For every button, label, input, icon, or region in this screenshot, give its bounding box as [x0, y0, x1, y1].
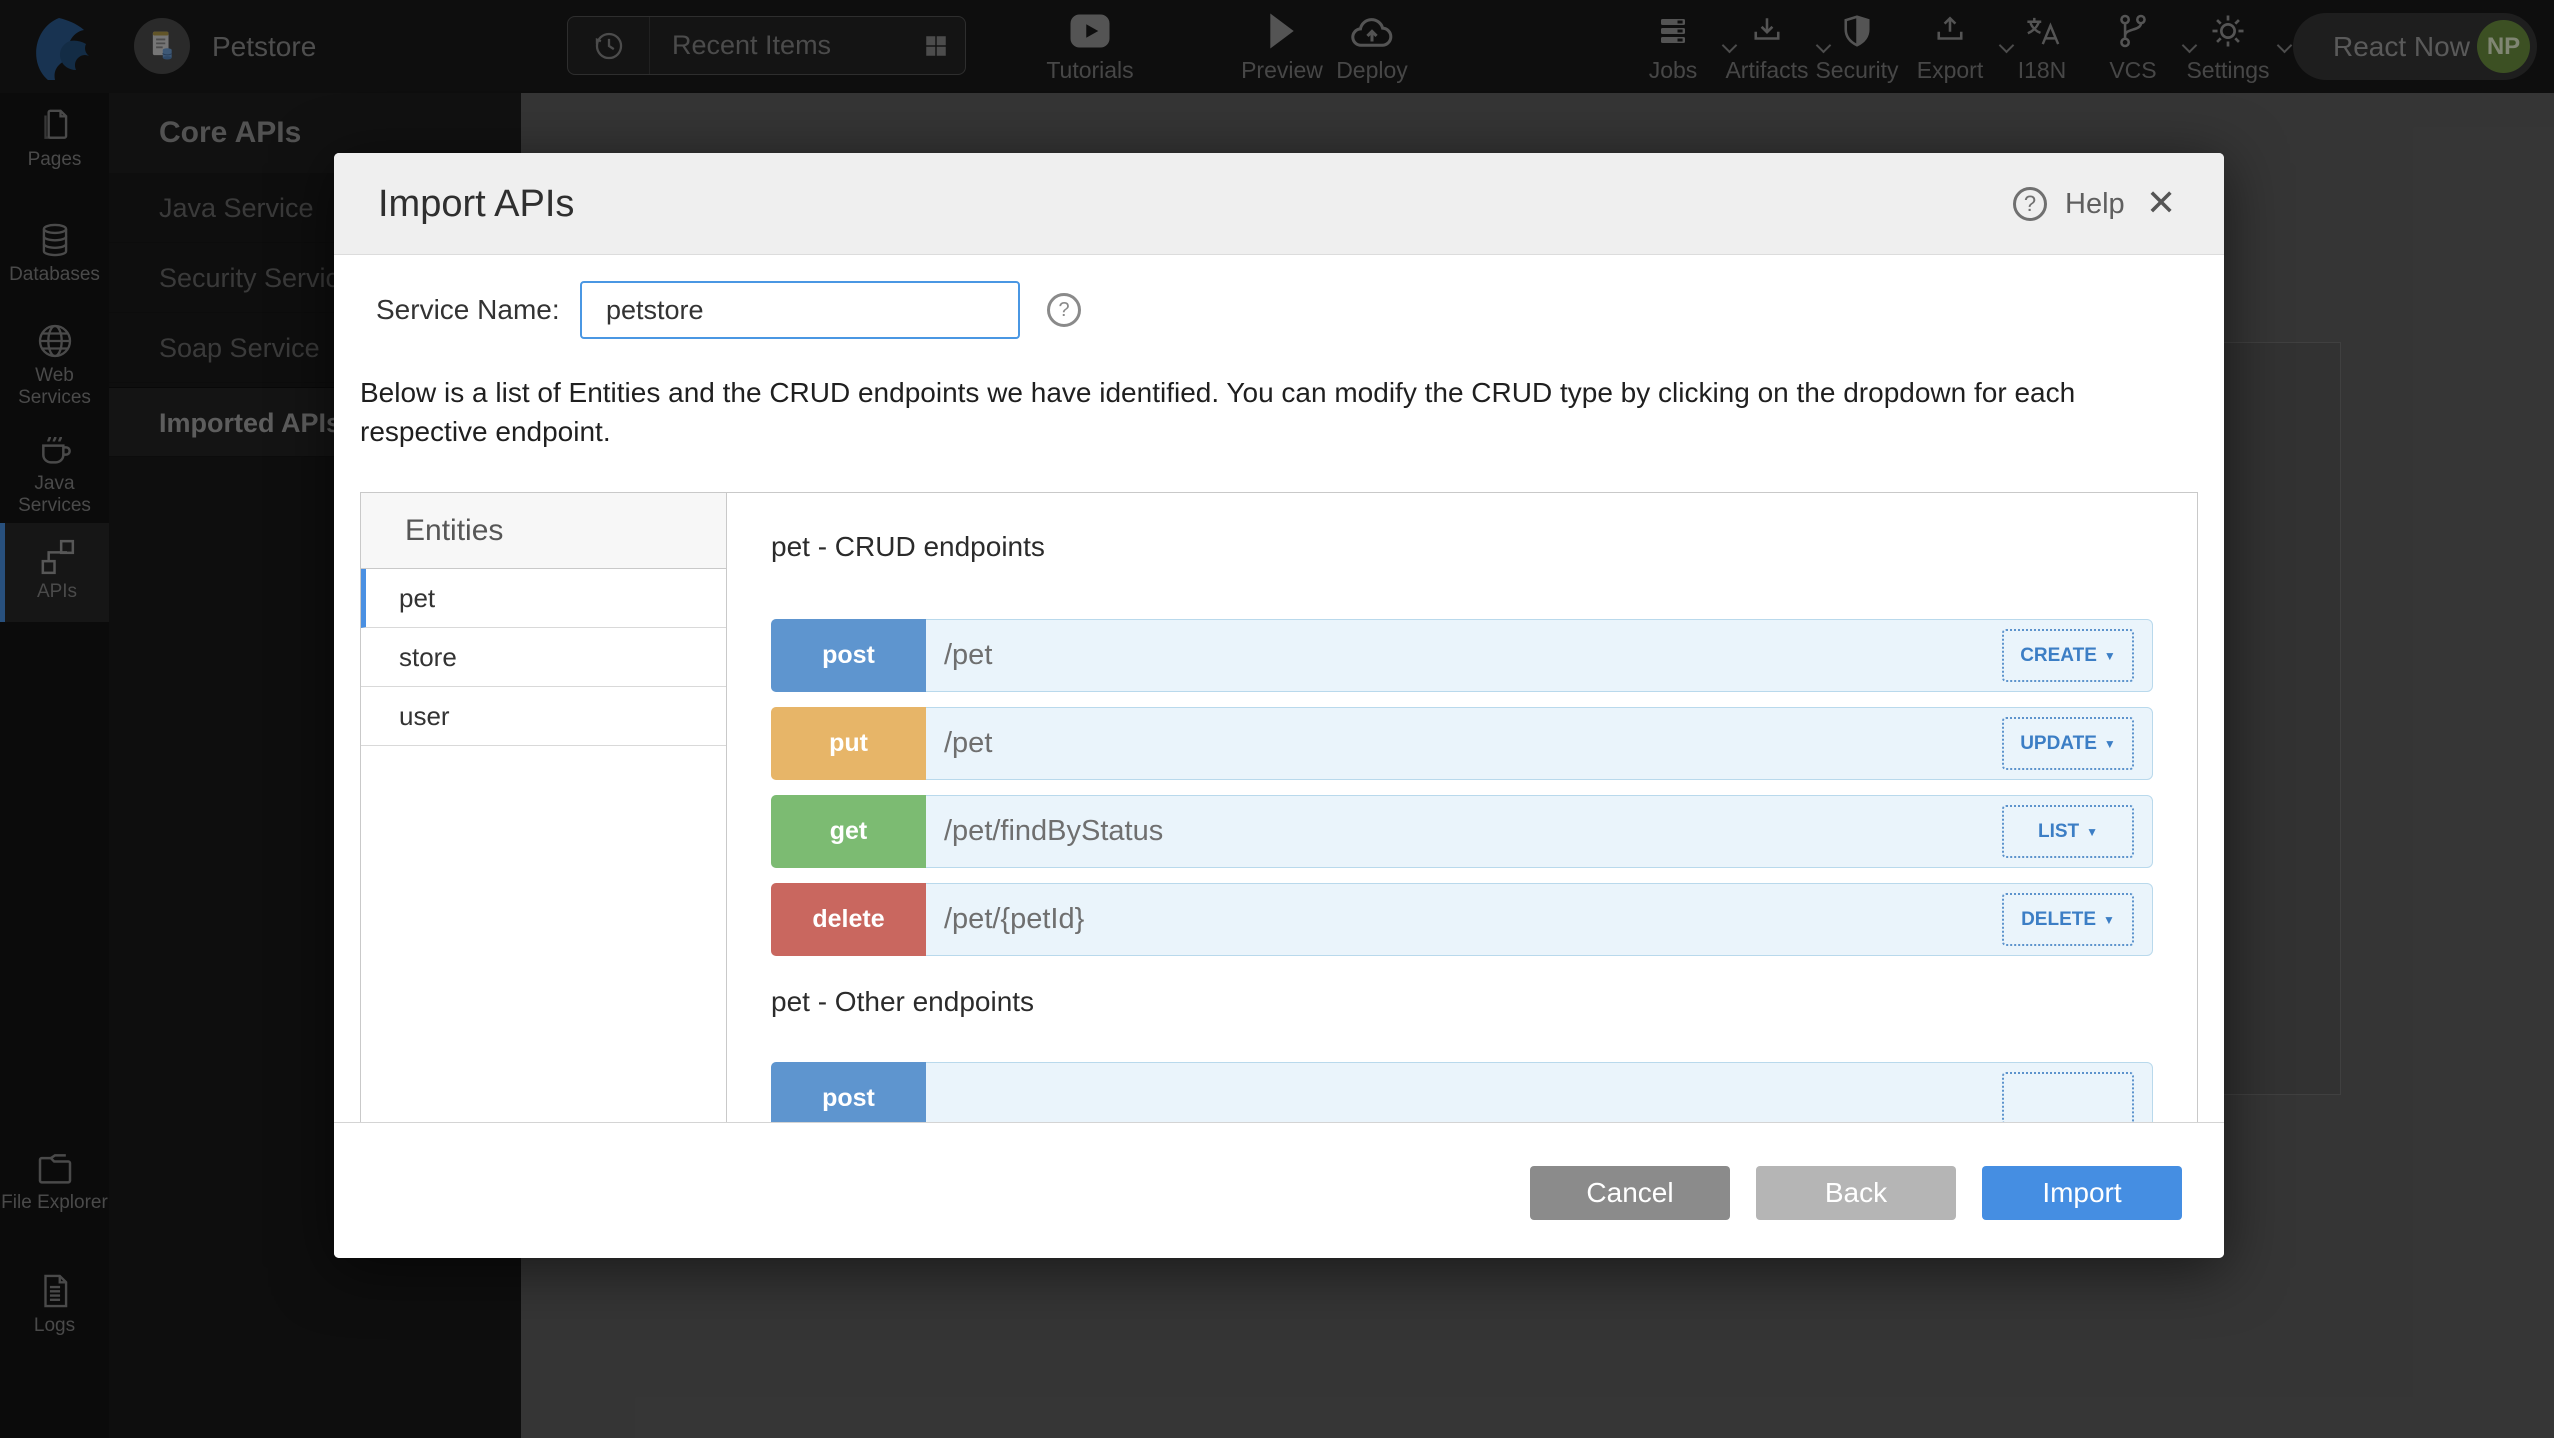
crud-type-dropdown[interactable]: CREATE▼: [2002, 629, 2134, 682]
endpoint-row: put /pet UPDATE▼: [771, 707, 2153, 780]
entity-item-user[interactable]: user: [361, 687, 726, 746]
endpoint-path: /pet/findByStatus: [944, 796, 1163, 869]
endpoint-path: /pet/{petId}: [944, 884, 1084, 957]
crud-type-dropdown[interactable]: [2002, 1072, 2134, 1122]
method-badge: post: [771, 1062, 926, 1122]
close-icon[interactable]: ✕: [2146, 153, 2176, 255]
crud-type-dropdown[interactable]: UPDATE▼: [2002, 717, 2134, 770]
caret-down-icon: ▼: [2104, 737, 2116, 751]
endpoints-column: pet - CRUD endpoints post /pet CREATE▼ p…: [727, 493, 2197, 1122]
service-name-label: Service Name:: [376, 294, 560, 326]
modal-footer: Cancel Back Import: [334, 1122, 2224, 1258]
modal-header: Import APIs ? Help ✕: [334, 153, 2224, 255]
method-badge: post: [771, 619, 926, 692]
entities-endpoints-panel: Entities pet store user pet - CRUD endpo…: [360, 492, 2198, 1122]
caret-down-icon: ▼: [2086, 825, 2098, 839]
modal-title: Import APIs: [378, 153, 574, 255]
method-badge: get: [771, 795, 926, 868]
endpoint-path: /pet: [944, 708, 992, 781]
entities-header: Entities: [361, 493, 726, 569]
service-name-input[interactable]: [580, 281, 1020, 339]
other-endpoints-title: pet - Other endpoints: [771, 986, 2153, 1018]
modal-description: Below is a list of Entities and the CRUD…: [360, 373, 2208, 451]
entity-item-store[interactable]: store: [361, 628, 726, 687]
crud-endpoints-title: pet - CRUD endpoints: [771, 531, 2153, 563]
endpoint-row: delete /pet/{petId} DELETE▼: [771, 883, 2153, 956]
import-apis-modal: Import APIs ? Help ✕ Service Name: ? Bel…: [334, 153, 2224, 1258]
endpoint-row: get /pet/findByStatus LIST▼: [771, 795, 2153, 868]
entities-column: Entities pet store user: [361, 493, 727, 1122]
caret-down-icon: ▼: [2104, 649, 2116, 663]
method-badge: delete: [771, 883, 926, 956]
crud-type-dropdown[interactable]: LIST▼: [2002, 805, 2134, 858]
back-button[interactable]: Back: [1756, 1166, 1956, 1220]
help-link[interactable]: Help: [2065, 153, 2125, 255]
crud-type-dropdown[interactable]: DELETE▼: [2002, 893, 2134, 946]
cancel-button[interactable]: Cancel: [1530, 1166, 1730, 1220]
endpoint-row: post /pet CREATE▼: [771, 619, 2153, 692]
app-screen: Petstore Recent Items Tutorials: [0, 0, 2554, 1438]
entity-item-pet[interactable]: pet: [361, 569, 726, 628]
endpoint-row-partial: post: [771, 1062, 2153, 1122]
service-name-help-icon[interactable]: ?: [1047, 293, 1081, 327]
help-circle-icon[interactable]: ?: [2013, 187, 2047, 221]
endpoint-path: /pet: [944, 620, 992, 693]
method-badge: put: [771, 707, 926, 780]
caret-down-icon: ▼: [2103, 913, 2115, 927]
import-button[interactable]: Import: [1982, 1166, 2182, 1220]
